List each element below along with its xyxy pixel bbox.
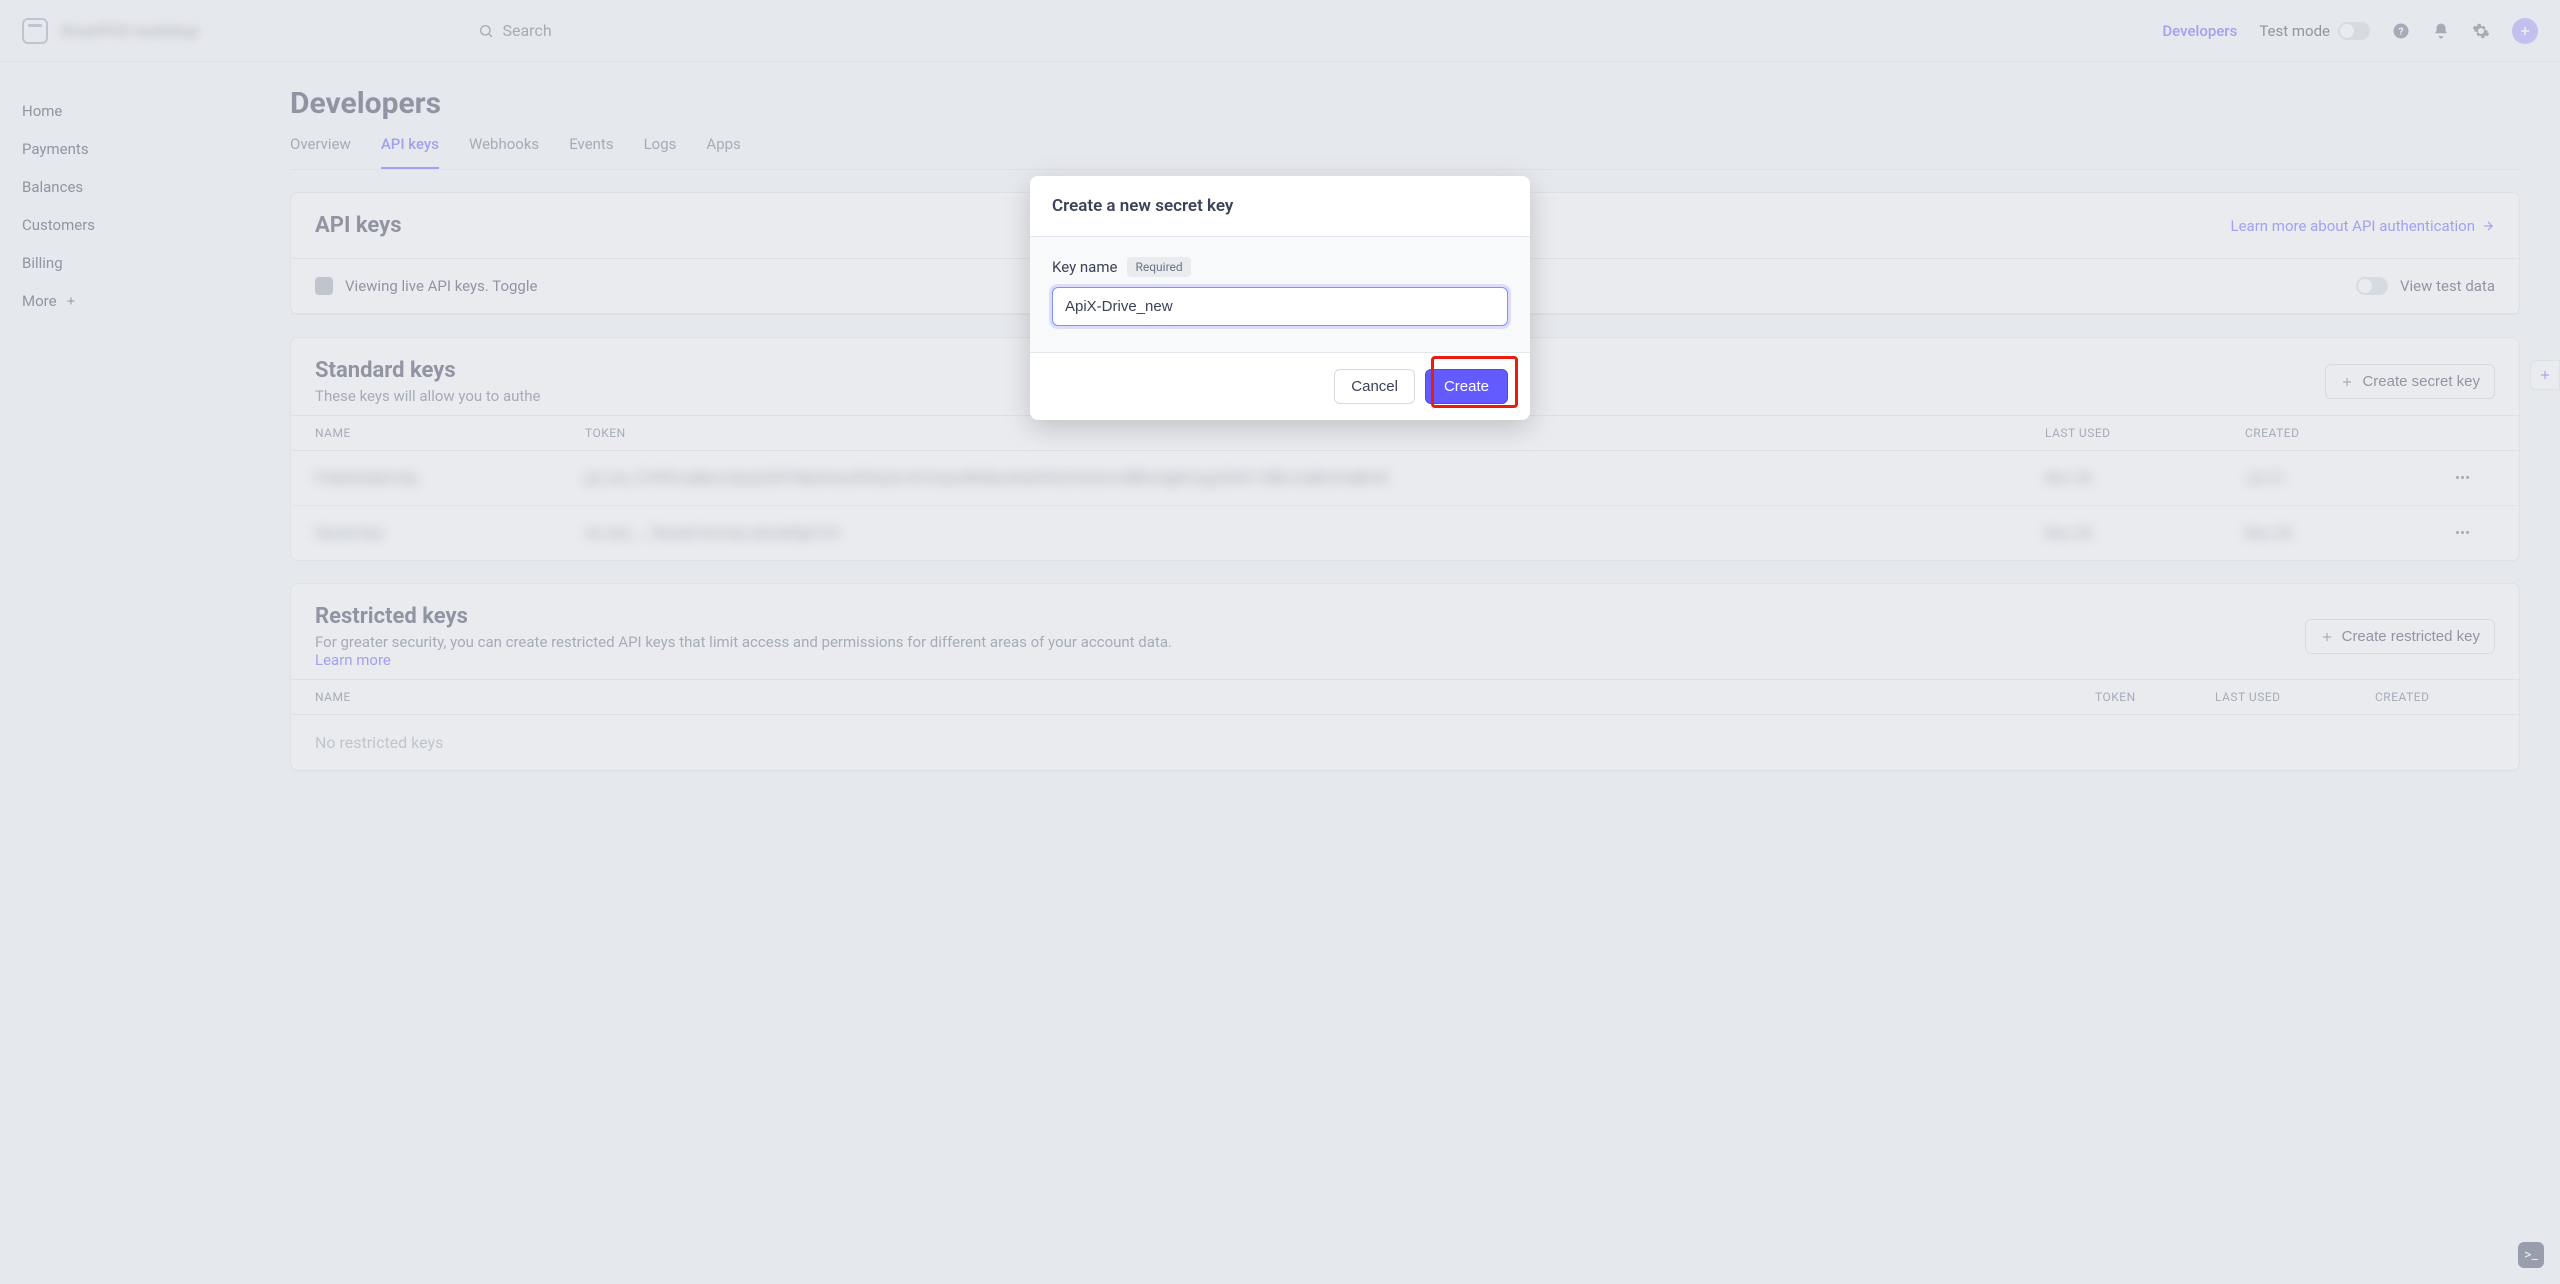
field-label-text: Key name [1052, 258, 1117, 276]
modal-title: Create a new secret key [1030, 176, 1530, 237]
key-name-label: Key name Required [1052, 257, 1508, 277]
cancel-button[interactable]: Cancel [1334, 369, 1415, 404]
create-button[interactable]: Create [1425, 369, 1508, 404]
key-name-input[interactable] [1052, 287, 1508, 326]
modal-overlay: Create a new secret key Key name Require… [0, 0, 2560, 1284]
modal-body: Key name Required [1030, 237, 1530, 353]
modal-footer: Cancel Create [1030, 353, 1530, 420]
create-key-modal: Create a new secret key Key name Require… [1030, 176, 1530, 420]
required-badge: Required [1127, 257, 1190, 277]
